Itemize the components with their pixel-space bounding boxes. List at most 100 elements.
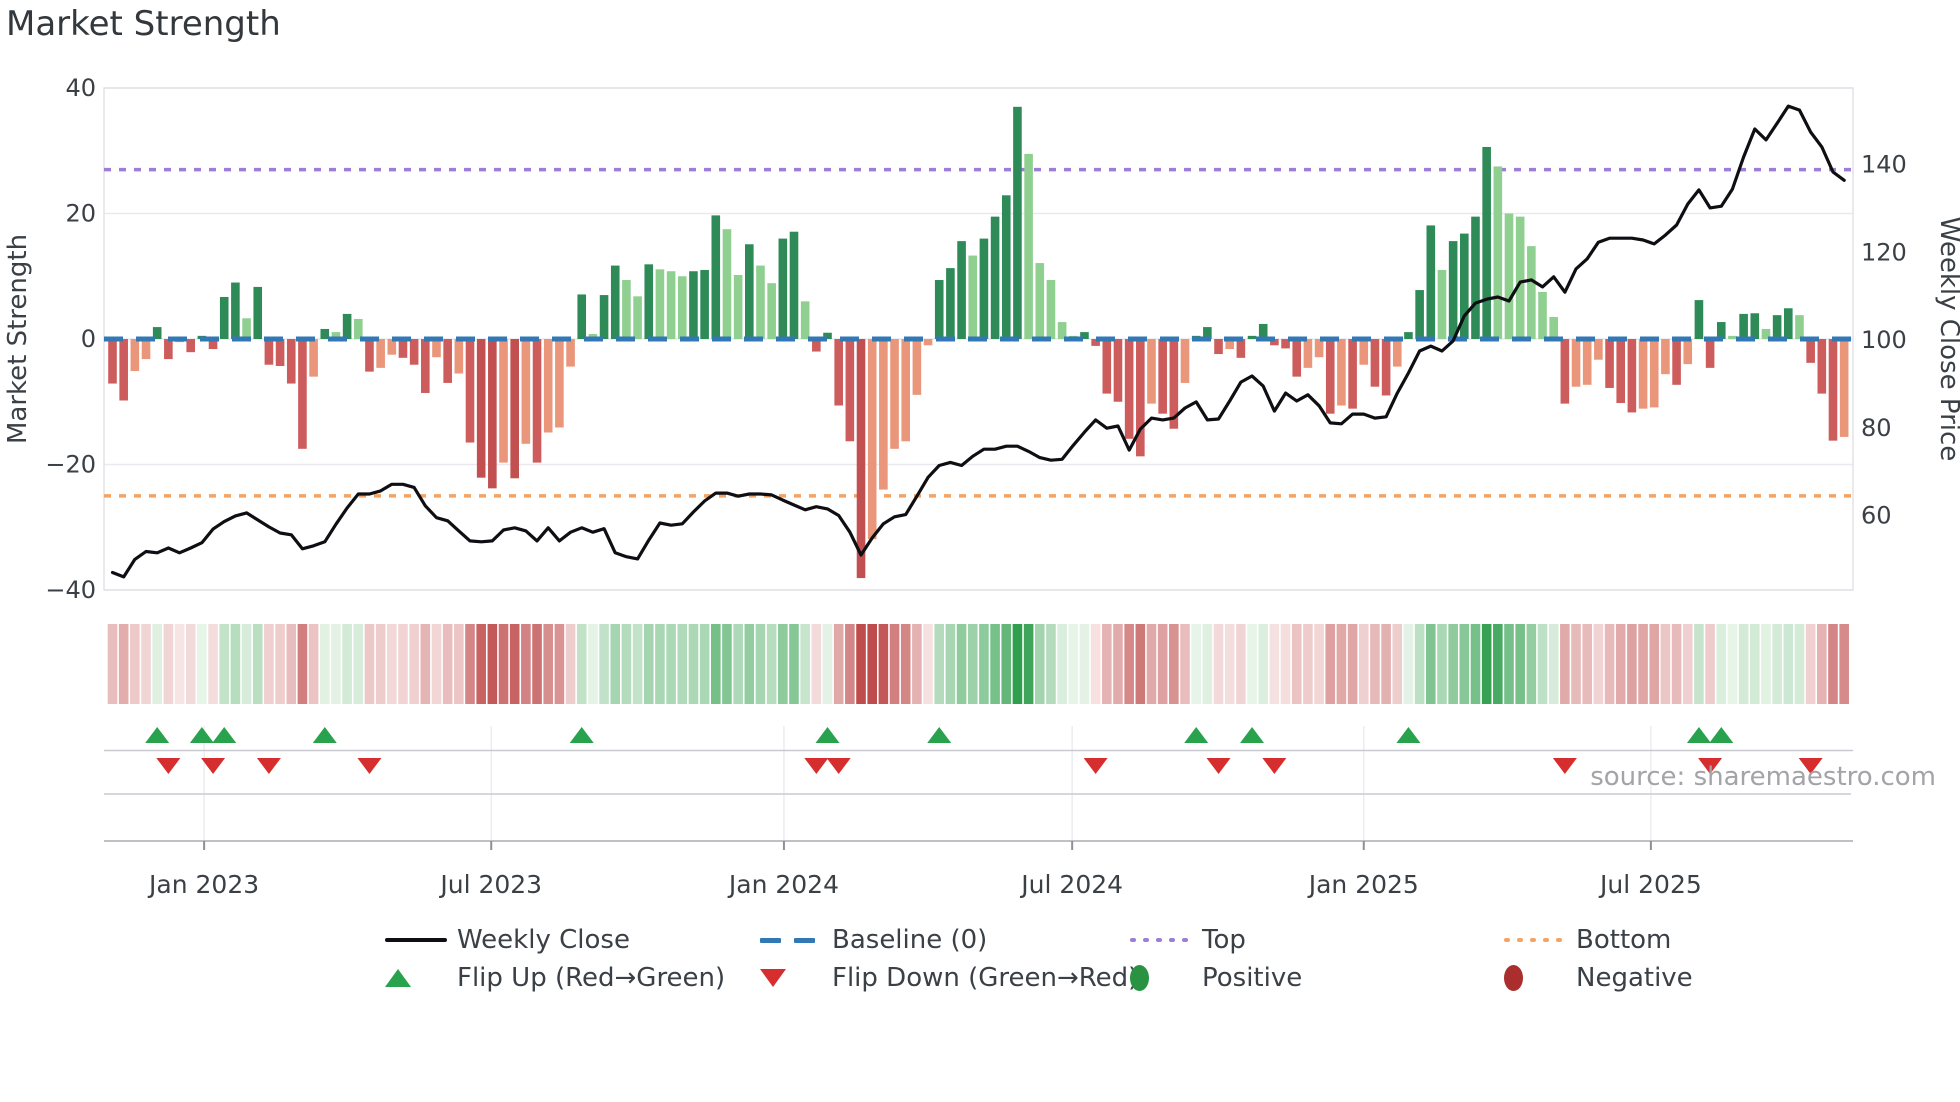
strength-bar bbox=[242, 318, 251, 339]
strength-bar bbox=[1828, 339, 1838, 441]
strength-bar bbox=[577, 294, 587, 339]
heat-strip-cell bbox=[1660, 624, 1671, 704]
legend-item-negative: Negative bbox=[1504, 959, 1693, 997]
legend-item-flip-up: Flip Up (Red→Green) bbox=[385, 959, 760, 997]
strength-bar bbox=[1627, 339, 1637, 413]
heat-strip-cell bbox=[688, 624, 699, 704]
heat-strip-cell bbox=[867, 624, 877, 704]
legend-item-flip-down: Flip Down (Green→Red) bbox=[760, 959, 1138, 997]
heat-strip-cell bbox=[610, 624, 621, 704]
strength-bar bbox=[1806, 339, 1815, 363]
strength-bar bbox=[610, 265, 620, 339]
heat-strip-cell bbox=[1437, 624, 1447, 704]
heat-strip-cell bbox=[900, 624, 911, 704]
strength-bar bbox=[1560, 339, 1570, 404]
strength-bar bbox=[990, 216, 1000, 339]
strength-bar bbox=[1705, 339, 1715, 368]
flip-down-marker bbox=[256, 758, 281, 774]
x-axis-tick-label: Jan 2023 bbox=[147, 870, 259, 899]
y-axis-left-tick-label: 20 bbox=[65, 200, 96, 228]
strength-bar bbox=[1404, 332, 1413, 339]
strength-bar bbox=[264, 339, 274, 365]
heat-strip-cell bbox=[286, 624, 297, 704]
heat-strip-cell bbox=[241, 624, 252, 704]
strength-bar bbox=[1538, 291, 1547, 339]
strength-bar bbox=[1594, 339, 1603, 360]
strength-bar bbox=[1370, 339, 1380, 387]
strength-bar bbox=[700, 269, 709, 339]
strength-bar bbox=[968, 255, 978, 339]
heat-strip-cell bbox=[1090, 624, 1101, 704]
legend-item-baseline: Baseline (0) bbox=[760, 921, 1130, 959]
y-axis-left-tick-label: 0 bbox=[81, 325, 96, 353]
strength-bar bbox=[1057, 322, 1067, 339]
strength-bar bbox=[1582, 339, 1592, 385]
strength-bar bbox=[1661, 339, 1670, 375]
strength-bar bbox=[879, 339, 888, 490]
strength-bar bbox=[789, 231, 799, 339]
strength-bar bbox=[432, 339, 441, 358]
heat-strip-cell bbox=[699, 624, 710, 704]
strength-bar bbox=[1616, 339, 1626, 404]
heat-strip-cell bbox=[107, 624, 118, 704]
x-axis-tick-label: Jul 2025 bbox=[1598, 870, 1702, 899]
strength-bar bbox=[1180, 339, 1190, 383]
strength-bar bbox=[219, 296, 229, 339]
heat-strip-cell bbox=[1560, 624, 1570, 704]
heat-strip-cell bbox=[1358, 624, 1369, 704]
heat-strip-cell bbox=[1649, 624, 1660, 704]
legend-label: Positive bbox=[1202, 963, 1303, 993]
heat-strip-cell bbox=[1336, 624, 1347, 704]
legend-label: Flip Up (Red→Green) bbox=[457, 963, 726, 993]
heat-strip-cell bbox=[1347, 624, 1358, 704]
strength-bar bbox=[275, 339, 285, 366]
strength-bar bbox=[141, 339, 151, 360]
y-axis-right-tick-label: 120 bbox=[1861, 238, 1907, 266]
heat-strip-cell bbox=[1124, 624, 1134, 704]
heat-strip-cell bbox=[1671, 624, 1682, 704]
heat-strip-cell bbox=[878, 624, 889, 704]
strength-bar bbox=[1839, 339, 1849, 437]
strength-bar bbox=[957, 241, 966, 339]
strength-bar bbox=[186, 339, 196, 353]
positive-dot-icon bbox=[1130, 965, 1202, 991]
strength-bar bbox=[1292, 339, 1302, 377]
strength-bar bbox=[655, 269, 665, 339]
heat-strip-cell bbox=[923, 624, 933, 704]
strength-bar bbox=[1247, 335, 1257, 339]
heat-strip-cell bbox=[1638, 624, 1648, 704]
flip-up-triangle-icon bbox=[385, 969, 457, 987]
flip-down-marker bbox=[826, 758, 851, 774]
heat-strip-cell bbox=[543, 624, 554, 704]
strength-bar bbox=[1314, 339, 1324, 358]
strength-bar bbox=[1158, 339, 1167, 414]
heat-strip-cell bbox=[1392, 624, 1403, 704]
strength-bar bbox=[867, 339, 877, 540]
heat-strip-cell bbox=[822, 624, 833, 704]
heat-strip-cell bbox=[1493, 624, 1503, 704]
strength-bar bbox=[834, 339, 843, 406]
heat-strip-cell bbox=[1034, 624, 1045, 704]
heat-strip-cell bbox=[1213, 624, 1224, 704]
heat-strip-cell bbox=[1571, 624, 1581, 704]
heat-strip-cell bbox=[1280, 624, 1291, 704]
heat-strip-cell bbox=[319, 624, 330, 704]
strength-bar bbox=[130, 339, 140, 372]
strength-bar bbox=[454, 339, 464, 374]
heat-strip-cell bbox=[297, 624, 308, 704]
heat-strip-cell bbox=[1682, 624, 1693, 704]
x-axis-tick-label: Jul 2024 bbox=[1019, 870, 1123, 899]
legend-label: Bottom bbox=[1576, 925, 1672, 955]
flip-up-marker bbox=[312, 727, 337, 743]
strength-bar bbox=[979, 238, 989, 339]
y-axis-right-tick-label: 80 bbox=[1861, 414, 1892, 442]
heat-strip-cell bbox=[1001, 624, 1012, 704]
heat-strip-cell bbox=[1381, 624, 1391, 704]
heat-strip-cell bbox=[1470, 624, 1481, 704]
strength-bar bbox=[421, 339, 430, 393]
heat-strip-cell bbox=[387, 624, 397, 704]
heat-strip-cell bbox=[431, 624, 442, 704]
heat-strip-cell bbox=[554, 624, 565, 704]
weekly-close-line-icon bbox=[385, 938, 457, 942]
heat-strip-cell bbox=[856, 624, 866, 704]
